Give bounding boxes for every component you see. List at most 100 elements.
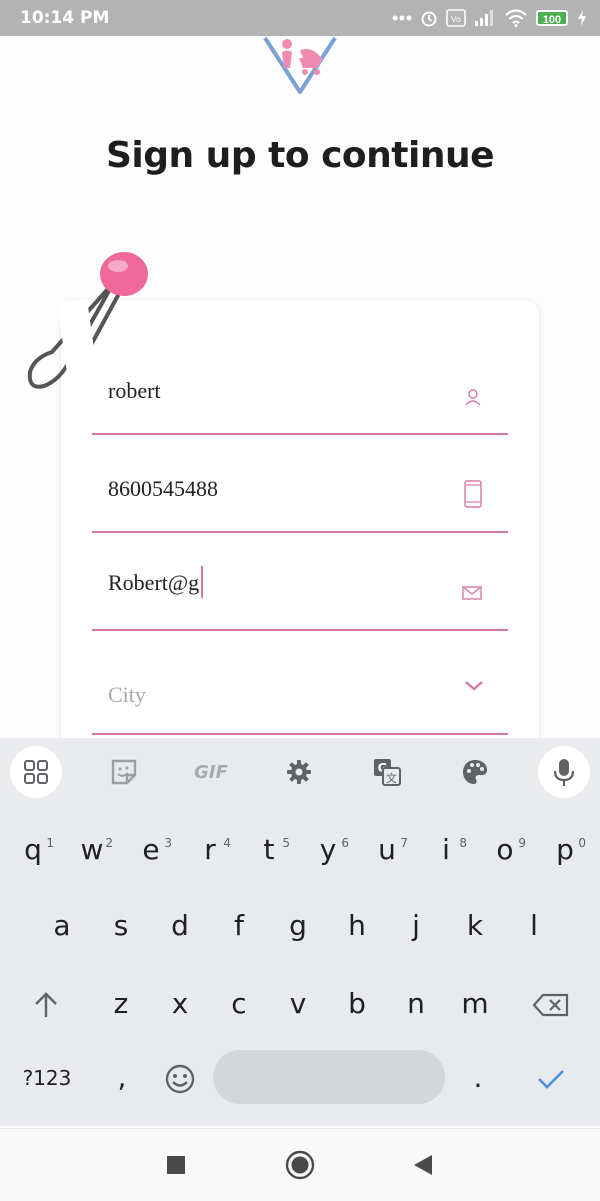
alarm-icon xyxy=(421,11,437,27)
shift-arrow-icon xyxy=(35,992,57,1017)
key-label: q xyxy=(24,833,42,866)
key-h[interactable]: h xyxy=(328,896,386,956)
comma-key[interactable]: , xyxy=(93,1048,151,1108)
apps-grid-icon xyxy=(24,760,48,784)
key-x[interactable]: x xyxy=(151,974,209,1034)
settings-gear-icon xyxy=(287,760,311,784)
key-label: u xyxy=(378,833,396,866)
keyboard-toolbar: GIF G文 xyxy=(0,738,600,804)
key-u[interactable]: u7 xyxy=(358,820,416,880)
key-label: p xyxy=(556,833,574,866)
palette-icon xyxy=(463,760,487,784)
key-p[interactable]: p0 xyxy=(536,820,594,880)
space-bar[interactable] xyxy=(213,1050,445,1104)
key-m[interactable]: m xyxy=(446,974,504,1034)
key-q[interactable]: q1 xyxy=(4,820,62,880)
key-e[interactable]: e3 xyxy=(122,820,180,880)
email-input-value: Robert@g xyxy=(108,565,204,598)
home-icon[interactable] xyxy=(285,1150,315,1180)
svg-text:文: 文 xyxy=(386,771,397,785)
key-label: t xyxy=(263,833,275,866)
gif-icon: GIF xyxy=(194,761,228,783)
back-icon[interactable] xyxy=(412,1153,434,1177)
key-label: o xyxy=(496,833,514,866)
stroller-logo-icon xyxy=(263,36,337,94)
phone-input-value: 8600545488 xyxy=(108,476,218,501)
key-hint: 7 xyxy=(400,836,408,850)
key-v[interactable]: v xyxy=(269,974,327,1034)
key-w[interactable]: w2 xyxy=(63,820,121,880)
key-t[interactable]: t5 xyxy=(240,820,298,880)
emoji-key[interactable] xyxy=(151,1048,209,1108)
apps-grid-button[interactable] xyxy=(10,746,62,798)
shift-key[interactable] xyxy=(17,974,75,1034)
key-c[interactable]: c xyxy=(210,974,268,1034)
key-o[interactable]: o9 xyxy=(476,820,534,880)
sticker-button[interactable] xyxy=(98,746,150,798)
emoji-icon xyxy=(165,1064,195,1094)
backspace-icon xyxy=(532,993,569,1017)
volte-icon: Vo xyxy=(446,9,466,27)
key-r[interactable]: r4 xyxy=(181,820,239,880)
key-label: i xyxy=(442,833,450,866)
charging-icon xyxy=(578,10,586,26)
key-hint: 9 xyxy=(518,836,526,850)
symbols-key[interactable]: ?123 xyxy=(14,1048,80,1108)
email-field[interactable]: Robert@g xyxy=(92,556,508,631)
phone-field[interactable]: 8600545488 xyxy=(92,458,508,533)
backspace-key[interactable] xyxy=(522,974,580,1034)
key-hint: 6 xyxy=(341,836,349,850)
chevron-down-icon[interactable] xyxy=(464,680,484,692)
name-field[interactable]: robert xyxy=(92,360,508,435)
voice-input-button[interactable] xyxy=(538,746,590,798)
navigation-bar xyxy=(0,1128,600,1201)
key-hint: 1 xyxy=(46,836,54,850)
key-b[interactable]: b xyxy=(328,974,386,1034)
key-hint: 5 xyxy=(282,836,290,850)
key-n[interactable]: n xyxy=(387,974,445,1034)
recents-icon[interactable] xyxy=(166,1155,186,1175)
wifi-icon xyxy=(505,9,527,27)
key-label: w xyxy=(80,833,104,866)
key-hint: 4 xyxy=(223,836,231,850)
key-hint: 8 xyxy=(459,836,467,850)
phone-icon xyxy=(464,480,482,508)
svg-text:Vo: Vo xyxy=(451,15,461,24)
city-dropdown[interactable]: City xyxy=(92,656,508,735)
key-label: y xyxy=(319,833,337,866)
period-key[interactable]: . xyxy=(449,1048,507,1108)
key-i[interactable]: i8 xyxy=(417,820,475,880)
key-d[interactable]: d xyxy=(151,896,209,956)
battery-icon: 100 xyxy=(536,10,568,26)
text-cursor xyxy=(201,565,204,598)
sticker-icon xyxy=(111,759,137,785)
key-a[interactable]: a xyxy=(33,896,91,956)
key-y[interactable]: y6 xyxy=(299,820,357,880)
key-s[interactable]: s xyxy=(92,896,150,956)
status-time: 10:14 PM xyxy=(20,8,110,28)
mail-icon xyxy=(462,586,482,600)
key-g[interactable]: g xyxy=(269,896,327,956)
gif-button[interactable]: GIF xyxy=(185,746,237,798)
key-label: e xyxy=(142,833,160,866)
page-title: Sign up to continue xyxy=(105,135,495,176)
key-l[interactable]: l xyxy=(505,896,563,956)
key-hint: 2 xyxy=(105,836,113,850)
translate-button[interactable]: G文 xyxy=(361,746,413,798)
dots-icon xyxy=(392,15,412,21)
signal-icon xyxy=(475,10,493,26)
email-text: Robert@g xyxy=(108,570,200,595)
keyboard: q1w2e3r4t5y6u7i8o9p0 asdfghjkl zxcvbnm ?… xyxy=(0,804,600,1126)
settings-button[interactable] xyxy=(273,746,325,798)
key-f[interactable]: f xyxy=(210,896,268,956)
translate-icon: G文 xyxy=(374,759,401,786)
key-label: r xyxy=(204,833,216,866)
key-z[interactable]: z xyxy=(92,974,150,1034)
done-key[interactable] xyxy=(522,1048,580,1108)
key-j[interactable]: j xyxy=(387,896,445,956)
theme-button[interactable] xyxy=(449,746,501,798)
name-input-value: robert xyxy=(108,378,161,403)
user-icon xyxy=(465,389,481,406)
check-icon xyxy=(538,1070,564,1089)
key-k[interactable]: k xyxy=(446,896,504,956)
